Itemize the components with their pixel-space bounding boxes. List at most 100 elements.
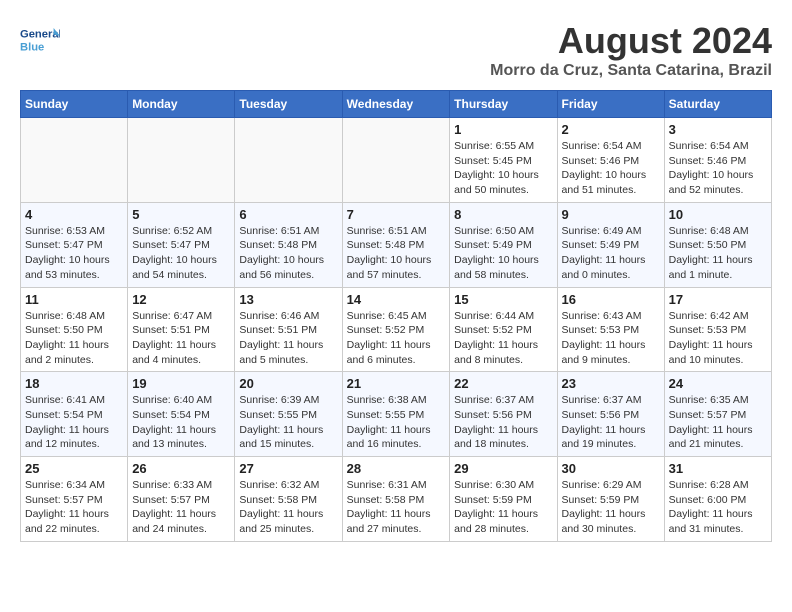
day-info: Sunrise: 6:37 AM Sunset: 5:56 PM Dayligh… bbox=[562, 393, 660, 452]
calendar-cell: 8 Sunrise: 6:50 AM Sunset: 5:49 PM Daylig… bbox=[450, 202, 557, 287]
day-number: 10 bbox=[669, 207, 767, 222]
day-number: 4 bbox=[25, 207, 123, 222]
weekday-header-row: SundayMondayTuesdayWednesdayThursdayFrid… bbox=[21, 91, 772, 118]
day-info: Sunrise: 6:50 AM Sunset: 5:49 PM Dayligh… bbox=[454, 224, 552, 283]
weekday-header-wednesday: Wednesday bbox=[342, 91, 450, 118]
day-number: 9 bbox=[562, 207, 660, 222]
day-number: 26 bbox=[132, 461, 230, 476]
week-row-4: 18Sunrise: 6:41 AM Sunset: 5:54 PM Dayli… bbox=[21, 372, 772, 457]
calendar-cell: 14 Sunrise: 6:45 AM Sunset: 5:52 PM Dayli… bbox=[342, 287, 450, 372]
day-info: Sunrise: 6:34 AM Sunset: 5:57 PM Dayligh… bbox=[25, 478, 123, 537]
day-info: Sunrise: 6:43 AM Sunset: 5:53 PM Dayligh… bbox=[562, 309, 660, 368]
calendar-cell: 10 Sunrise: 6:48 AM Sunset: 5:50 PM Dayli… bbox=[664, 202, 771, 287]
day-info: Sunrise: 6:32 AM Sunset: 5:58 PM Dayligh… bbox=[239, 478, 337, 537]
calendar-cell: 5 Sunrise: 6:52 AM Sunset: 5:47 PM Daylig… bbox=[128, 202, 235, 287]
day-number: 25 bbox=[25, 461, 123, 476]
day-info: Sunrise: 6:54 AM Sunset: 5:46 PM Dayligh… bbox=[562, 139, 660, 198]
day-info: Sunrise: 6:47 AM Sunset: 5:51 PM Dayligh… bbox=[132, 309, 230, 368]
calendar-cell: 21Sunrise: 6:38 AM Sunset: 5:55 PM Dayli… bbox=[342, 372, 450, 457]
day-info: Sunrise: 6:48 AM Sunset: 5:50 PM Dayligh… bbox=[25, 309, 123, 368]
day-number: 11 bbox=[25, 292, 123, 307]
title-section: August 2024 Morro da Cruz, Santa Catarin… bbox=[490, 20, 772, 80]
week-row-2: 4 Sunrise: 6:53 AM Sunset: 5:47 PM Daylig… bbox=[21, 202, 772, 287]
day-info: Sunrise: 6:33 AM Sunset: 5:57 PM Dayligh… bbox=[132, 478, 230, 537]
day-number: 1 bbox=[454, 122, 552, 137]
weekday-header-sunday: Sunday bbox=[21, 91, 128, 118]
calendar-cell: 4 Sunrise: 6:53 AM Sunset: 5:47 PM Daylig… bbox=[21, 202, 128, 287]
day-info: Sunrise: 6:46 AM Sunset: 5:51 PM Dayligh… bbox=[239, 309, 337, 368]
weekday-header-monday: Monday bbox=[128, 91, 235, 118]
day-number: 14 bbox=[347, 292, 446, 307]
day-number: 23 bbox=[562, 376, 660, 391]
weekday-header-friday: Friday bbox=[557, 91, 664, 118]
calendar-cell: 28Sunrise: 6:31 AM Sunset: 5:58 PM Dayli… bbox=[342, 457, 450, 542]
day-number: 20 bbox=[239, 376, 337, 391]
day-info: Sunrise: 6:39 AM Sunset: 5:55 PM Dayligh… bbox=[239, 393, 337, 452]
weekday-header-saturday: Saturday bbox=[664, 91, 771, 118]
calendar-cell bbox=[128, 118, 235, 203]
calendar-cell: 18Sunrise: 6:41 AM Sunset: 5:54 PM Dayli… bbox=[21, 372, 128, 457]
day-info: Sunrise: 6:37 AM Sunset: 5:56 PM Dayligh… bbox=[454, 393, 552, 452]
calendar-cell: 20 Sunrise: 6:39 AM Sunset: 5:55 PM Dayli… bbox=[235, 372, 342, 457]
day-number: 31 bbox=[669, 461, 767, 476]
calendar-cell: 9 Sunrise: 6:49 AM Sunset: 5:49 PM Daylig… bbox=[557, 202, 664, 287]
calendar-table: SundayMondayTuesdayWednesdayThursdayFrid… bbox=[20, 90, 772, 542]
calendar-cell: 25 Sunrise: 6:34 AM Sunset: 5:57 PM Dayli… bbox=[21, 457, 128, 542]
calendar-cell: 11 Sunrise: 6:48 AM Sunset: 5:50 PM Dayli… bbox=[21, 287, 128, 372]
day-info: Sunrise: 6:51 AM Sunset: 5:48 PM Dayligh… bbox=[239, 224, 337, 283]
day-number: 7 bbox=[347, 207, 446, 222]
calendar-cell: 26 Sunrise: 6:33 AM Sunset: 5:57 PM Dayli… bbox=[128, 457, 235, 542]
day-info: Sunrise: 6:44 AM Sunset: 5:52 PM Dayligh… bbox=[454, 309, 552, 368]
day-info: Sunrise: 6:31 AM Sunset: 5:58 PM Dayligh… bbox=[347, 478, 446, 537]
day-number: 3 bbox=[669, 122, 767, 137]
week-row-3: 11 Sunrise: 6:48 AM Sunset: 5:50 PM Dayli… bbox=[21, 287, 772, 372]
calendar-cell: 27 Sunrise: 6:32 AM Sunset: 5:58 PM Dayli… bbox=[235, 457, 342, 542]
week-row-1: 1Sunrise: 6:55 AM Sunset: 5:45 PM Daylig… bbox=[21, 118, 772, 203]
day-number: 21 bbox=[347, 376, 446, 391]
calendar-cell: 29Sunrise: 6:30 AM Sunset: 5:59 PM Dayli… bbox=[450, 457, 557, 542]
calendar-cell: 31Sunrise: 6:28 AM Sunset: 6:00 PM Dayli… bbox=[664, 457, 771, 542]
day-info: Sunrise: 6:53 AM Sunset: 5:47 PM Dayligh… bbox=[25, 224, 123, 283]
week-row-5: 25 Sunrise: 6:34 AM Sunset: 5:57 PM Dayli… bbox=[21, 457, 772, 542]
day-info: Sunrise: 6:29 AM Sunset: 5:59 PM Dayligh… bbox=[562, 478, 660, 537]
day-number: 27 bbox=[239, 461, 337, 476]
calendar-cell: 19 Sunrise: 6:40 AM Sunset: 5:54 PM Dayli… bbox=[128, 372, 235, 457]
day-info: Sunrise: 6:49 AM Sunset: 5:49 PM Dayligh… bbox=[562, 224, 660, 283]
day-info: Sunrise: 6:51 AM Sunset: 5:48 PM Dayligh… bbox=[347, 224, 446, 283]
calendar-cell: 2 Sunrise: 6:54 AM Sunset: 5:46 PM Daylig… bbox=[557, 118, 664, 203]
logo: General Blue bbox=[20, 20, 62, 60]
day-number: 12 bbox=[132, 292, 230, 307]
day-number: 22 bbox=[454, 376, 552, 391]
month-title: August 2024 bbox=[490, 20, 772, 62]
day-info: Sunrise: 6:54 AM Sunset: 5:46 PM Dayligh… bbox=[669, 139, 767, 198]
day-number: 19 bbox=[132, 376, 230, 391]
day-number: 2 bbox=[562, 122, 660, 137]
day-info: Sunrise: 6:41 AM Sunset: 5:54 PM Dayligh… bbox=[25, 393, 123, 452]
day-number: 13 bbox=[239, 292, 337, 307]
weekday-header-thursday: Thursday bbox=[450, 91, 557, 118]
day-number: 6 bbox=[239, 207, 337, 222]
calendar-cell: 15 Sunrise: 6:44 AM Sunset: 5:52 PM Dayli… bbox=[450, 287, 557, 372]
day-info: Sunrise: 6:30 AM Sunset: 5:59 PM Dayligh… bbox=[454, 478, 552, 537]
day-number: 5 bbox=[132, 207, 230, 222]
day-number: 16 bbox=[562, 292, 660, 307]
day-number: 24 bbox=[669, 376, 767, 391]
calendar-cell: 24Sunrise: 6:35 AM Sunset: 5:57 PM Dayli… bbox=[664, 372, 771, 457]
day-number: 8 bbox=[454, 207, 552, 222]
calendar-cell: 1Sunrise: 6:55 AM Sunset: 5:45 PM Daylig… bbox=[450, 118, 557, 203]
calendar-cell: 12 Sunrise: 6:47 AM Sunset: 5:51 PM Dayli… bbox=[128, 287, 235, 372]
svg-text:Blue: Blue bbox=[20, 41, 44, 53]
day-info: Sunrise: 6:42 AM Sunset: 5:53 PM Dayligh… bbox=[669, 309, 767, 368]
calendar-cell bbox=[21, 118, 128, 203]
calendar-cell: 17Sunrise: 6:42 AM Sunset: 5:53 PM Dayli… bbox=[664, 287, 771, 372]
calendar-cell bbox=[342, 118, 450, 203]
day-number: 15 bbox=[454, 292, 552, 307]
calendar-cell: 6 Sunrise: 6:51 AM Sunset: 5:48 PM Daylig… bbox=[235, 202, 342, 287]
day-info: Sunrise: 6:40 AM Sunset: 5:54 PM Dayligh… bbox=[132, 393, 230, 452]
day-info: Sunrise: 6:52 AM Sunset: 5:47 PM Dayligh… bbox=[132, 224, 230, 283]
page-header: General Blue August 2024 Morro da Cruz, … bbox=[20, 20, 772, 80]
day-info: Sunrise: 6:48 AM Sunset: 5:50 PM Dayligh… bbox=[669, 224, 767, 283]
calendar-cell: 3 Sunrise: 6:54 AM Sunset: 5:46 PM Daylig… bbox=[664, 118, 771, 203]
day-info: Sunrise: 6:45 AM Sunset: 5:52 PM Dayligh… bbox=[347, 309, 446, 368]
calendar-cell bbox=[235, 118, 342, 203]
